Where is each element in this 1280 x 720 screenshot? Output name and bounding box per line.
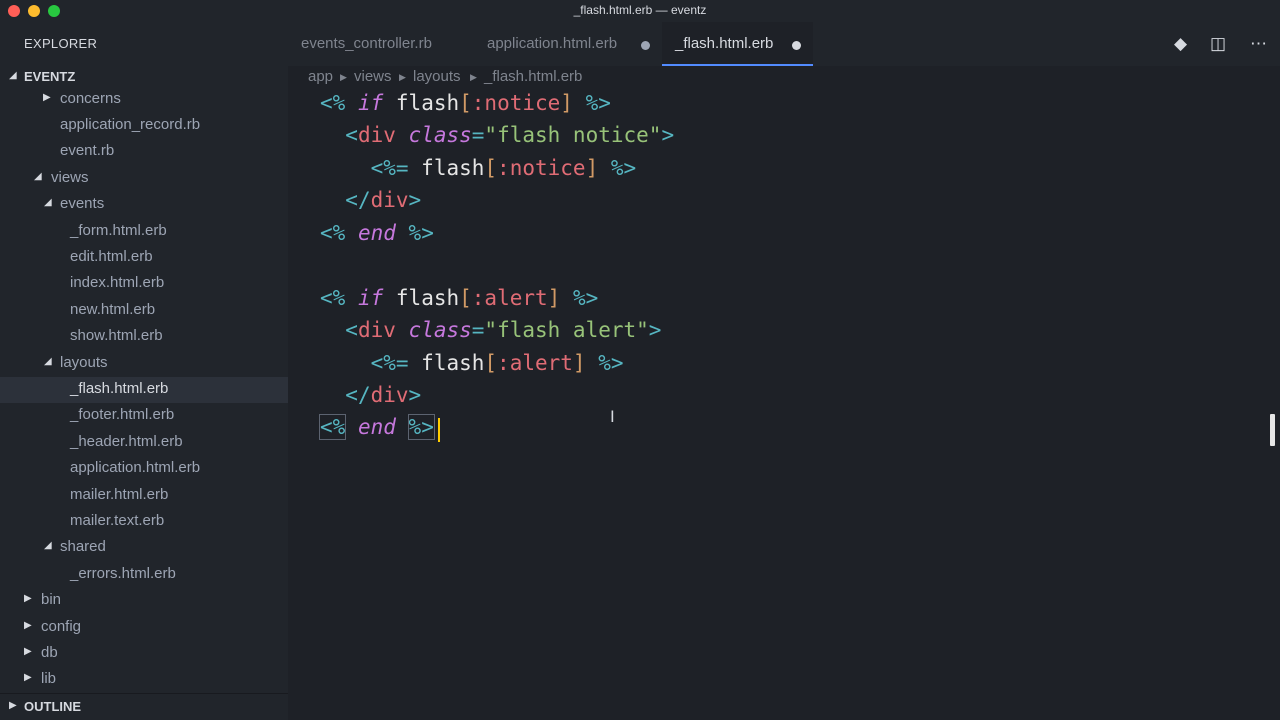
vertical-scrollbar[interactable] [1270, 414, 1275, 446]
title-bar: _flash.html.erb — eventz [0, 0, 1280, 22]
code-line-3: <%= flash[:notice] %> [370, 156, 637, 180]
tree-item-config[interactable]: ▶ config [0, 615, 288, 641]
breadcrumb-views[interactable]: views [354, 68, 392, 85]
explorer-title: EXPLORER [24, 36, 98, 51]
code-line-7: <% if flash[:alert] %> [320, 286, 599, 310]
breadcrumb-layouts[interactable]: layouts [413, 68, 461, 85]
tab-flash-html[interactable]: _flash.html.erb [662, 22, 813, 66]
split-editor-icon[interactable]: ◫ [1210, 34, 1226, 54]
chevron-right-icon: ▶ [24, 620, 32, 631]
code-line-2: <div class="flash notice"> [345, 123, 675, 147]
code-line-1: <% if flash[:notice] %> [320, 91, 611, 115]
breadcrumb-file[interactable]: _flash.html.erb [484, 68, 582, 85]
chevron-down-icon: ◢ [44, 197, 52, 208]
modified-dot-icon[interactable] [792, 41, 801, 50]
tree-item-show-erb[interactable]: show.html.erb [0, 324, 288, 350]
tab-events-controller[interactable]: events_controller.rb [288, 22, 468, 66]
git-compare-icon[interactable]: ◆ [1174, 34, 1187, 54]
chevron-down-icon: ◢ [44, 540, 52, 551]
tree-item-db[interactable]: ▶ db [0, 641, 288, 667]
breadcrumb-app[interactable]: app [308, 68, 333, 85]
tree-item-header-erb[interactable]: _header.html.erb [0, 430, 288, 456]
outline-label: OUTLINE [24, 699, 82, 714]
tree-item-mailer-text-erb[interactable]: mailer.text.erb [0, 509, 288, 535]
tree-item-application-erb[interactable]: application.html.erb [0, 456, 288, 482]
chevron-right-icon: ▶ [9, 700, 17, 711]
tree-item-views[interactable]: ◢ views [0, 166, 288, 192]
code-line-9: <%= flash[:alert] %> [370, 351, 624, 375]
code-line-11: <% end %> [318, 414, 435, 440]
code-line-10: </div> [345, 383, 422, 407]
chevron-right-icon: ▶ [24, 672, 32, 683]
chevron-down-icon: ◢ [34, 171, 42, 182]
mouse-ibeam-icon: I [610, 407, 615, 426]
tree-item-event-rb[interactable]: event.rb [0, 139, 288, 165]
explorer-sidebar: EXPLORER ◢ EVENTZ ▶ concerns application… [0, 22, 288, 720]
tree-item-events[interactable]: ◢ events [0, 192, 288, 218]
modified-dot-icon[interactable] [641, 41, 650, 50]
more-actions-icon[interactable]: ⋯ [1250, 34, 1267, 54]
chevron-right-icon: ▶ [340, 72, 347, 82]
tree-item-errors-erb[interactable]: _errors.html.erb [0, 562, 288, 588]
chevron-right-icon: ▶ [43, 92, 51, 103]
chevron-down-icon: ◢ [44, 356, 52, 367]
chevron-down-icon: ◢ [9, 70, 17, 81]
text-cursor [438, 418, 440, 442]
chevron-right-icon: ▶ [24, 646, 32, 657]
tree-item-lib[interactable]: ▶ lib [0, 667, 288, 693]
tree-item-concerns[interactable]: ▶ concerns [0, 87, 288, 113]
tree-item-mailer-html-erb[interactable]: mailer.html.erb [0, 483, 288, 509]
code-line-8: <div class="flash alert"> [345, 318, 662, 342]
tab-application-html[interactable]: application.html.erb [475, 22, 661, 66]
tree-item-flash-erb[interactable]: _flash.html.erb [0, 377, 288, 403]
tree-item-footer-erb[interactable]: _footer.html.erb [0, 403, 288, 429]
breadcrumb: app ▶ views ▶ layouts ▶ _flash.html.erb [288, 66, 1280, 88]
tree-item-bin[interactable]: ▶ bin [0, 588, 288, 614]
tree-item-shared[interactable]: ◢ shared [0, 535, 288, 561]
tree-item-index-erb[interactable]: index.html.erb [0, 271, 288, 297]
project-name: EVENTZ [24, 69, 76, 84]
tree-item-form-erb[interactable]: _form.html.erb [0, 219, 288, 245]
tree-item-edit-erb[interactable]: edit.html.erb [0, 245, 288, 271]
chevron-right-icon: ▶ [399, 72, 406, 82]
chevron-right-icon: ▶ [24, 593, 32, 604]
outline-section[interactable]: ▶ OUTLINE [0, 693, 288, 720]
tree-item-layouts[interactable]: ◢ layouts [0, 351, 288, 377]
code-line-4: </div> [345, 188, 422, 212]
code-line-5: <% end %> [320, 221, 434, 245]
tab-bar: events_controller.rb application.html.er… [288, 22, 1280, 66]
tree-item-new-erb[interactable]: new.html.erb [0, 298, 288, 324]
code-editor[interactable]: <% if flash[:notice] %> <div class="flas… [288, 88, 1280, 720]
tree-item-application-record[interactable]: application_record.rb [0, 113, 288, 139]
project-folder[interactable]: ◢ EVENTZ [0, 66, 288, 88]
window-title: _flash.html.erb — eventz [573, 3, 707, 17]
chevron-right-icon: ▶ [470, 72, 477, 82]
